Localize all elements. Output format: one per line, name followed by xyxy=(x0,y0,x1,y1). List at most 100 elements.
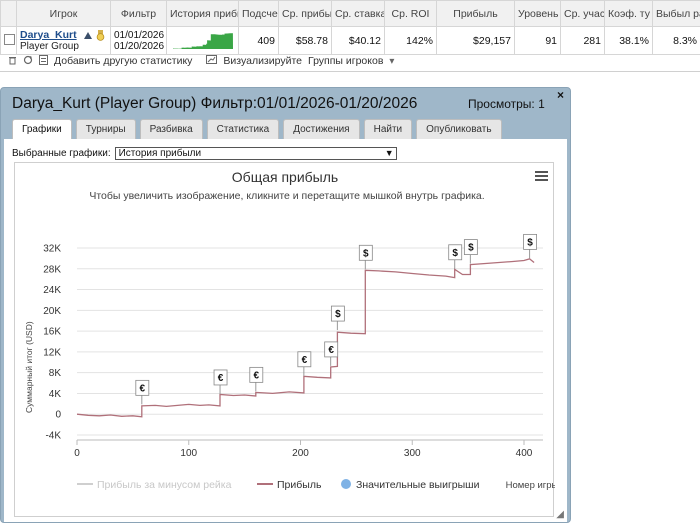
refresh-icon[interactable] xyxy=(23,55,33,68)
player-name-link[interactable]: Darya_Kurt xyxy=(20,29,107,41)
tab-find[interactable]: Найти xyxy=(363,119,413,139)
filter-date-from: 01/01/2026 xyxy=(114,29,165,41)
chart-select[interactable]: История прибыли ▼ xyxy=(114,147,397,160)
column-header[interactable]: Выбыл ра xyxy=(652,0,700,27)
stats-table-panel: Игрок Фильтр История прибы Подсче Ср. пр… xyxy=(0,0,700,72)
add-stat-icon xyxy=(39,54,48,68)
column-header[interactable]: Коэф. ту xyxy=(604,0,653,27)
y-tick-label: 16K xyxy=(43,327,61,338)
column-header[interactable]: Уровень xyxy=(514,0,561,27)
flag-glyph: $ xyxy=(468,243,474,254)
profit-chart[interactable]: -4K 0 4K 8K 12K 16K 20K 24K 28K 32K 0 100 200 300 400… xyxy=(15,163,559,518)
x-tick-label: 300 xyxy=(404,448,421,459)
chart-select-value: История прибыли xyxy=(118,148,202,159)
big-win-markers[interactable]: € € € € € $ $ $ $ $ xyxy=(135,233,537,405)
flag-glyph: € xyxy=(302,355,308,366)
dialog-tabs: Графики Турниры Разбивка Статистика Дост… xyxy=(12,119,502,140)
chart-title: Общая прибыль xyxy=(232,169,338,185)
views-counter: Просмотры: 1 xyxy=(468,97,545,111)
tab-statistics[interactable]: Статистика xyxy=(206,119,280,139)
y-tick-label: 32K xyxy=(43,244,61,255)
column-header[interactable]: Фильтр xyxy=(110,0,167,27)
flag-glyph: € xyxy=(140,383,146,394)
filter-date-to: 01/20/2026 xyxy=(114,40,165,52)
y-tick-label: 0 xyxy=(55,410,61,421)
y-tick-label: 24K xyxy=(43,285,61,296)
profit-history-cell[interactable] xyxy=(166,26,239,55)
row-checkbox-cell xyxy=(0,26,17,55)
legend-item-rake[interactable]: Прибыль за минусом рейка xyxy=(97,479,232,491)
chart-subtitle: Чтобы увеличить изображение, кликните и … xyxy=(89,190,484,202)
dialog-title: Darya_Kurt (Player Group) Фильтр:01/01/2… xyxy=(12,95,418,112)
column-header[interactable]: Ср. ставка xyxy=(331,0,385,27)
player-cell: Darya_Kurt Player Group xyxy=(16,26,111,55)
x-tick-label: 0 xyxy=(74,448,80,459)
chart-selector-label: Выбранные графики: xyxy=(12,148,111,159)
big-win-flag[interactable]: € xyxy=(324,341,339,366)
select-column-header xyxy=(0,0,17,27)
avg-participants-cell: 281 xyxy=(560,26,605,55)
avg-profit-cell: $58.78 xyxy=(278,26,332,55)
chevron-down-icon[interactable]: ▾ xyxy=(389,56,394,67)
flag-glyph: € xyxy=(254,370,260,381)
flag-glyph: € xyxy=(218,373,224,384)
row-checkbox[interactable] xyxy=(4,33,15,45)
player-group-label: Player Group xyxy=(20,40,79,52)
stats-toolbar: Добавить другую статистику Визуализируйт… xyxy=(0,52,700,70)
y-tick-label: 4K xyxy=(49,389,62,400)
profit-chart-container[interactable]: -4K 0 4K 8K 12K 16K 20K 24K 28K 32K 0 100 200 300 400… xyxy=(14,162,559,518)
big-win-flag[interactable]: € xyxy=(213,369,228,394)
trash-icon[interactable] xyxy=(8,55,17,68)
tab-tournaments[interactable]: Турниры xyxy=(75,119,136,139)
big-win-flag[interactable]: $ xyxy=(463,239,478,264)
add-stat-button[interactable]: Добавить другую статистику xyxy=(54,55,192,67)
legend-item-big-wins[interactable]: Значительные выигрыши xyxy=(356,479,480,491)
legend-bigwin-swatch xyxy=(341,479,351,489)
x-axis-title: Номер игры xyxy=(506,480,555,491)
tab-achievements[interactable]: Достижения xyxy=(283,119,360,139)
visualize-button[interactable]: Визуализируйте xyxy=(223,55,302,67)
filter-cell: 01/01/2026 01/20/2026 xyxy=(110,26,167,55)
column-header[interactable]: Ср. учас xyxy=(560,0,605,27)
big-win-flag[interactable]: $ xyxy=(448,244,463,269)
column-header[interactable]: Подсче xyxy=(238,0,279,27)
flag-glyph: $ xyxy=(527,237,533,248)
profit-cell: $29,157 xyxy=(436,26,515,55)
column-header[interactable]: Прибыль xyxy=(436,0,515,27)
table-row[interactable]: Darya_Kurt Player Group 01/01/2026 01/20… xyxy=(0,26,700,55)
resize-handle-icon[interactable]: ◢ xyxy=(556,509,564,520)
itm-ratio-cell: 38.1% xyxy=(604,26,653,55)
big-win-flag[interactable]: $ xyxy=(330,305,345,331)
x-tick-label: 100 xyxy=(180,448,197,459)
chevron-down-icon: ▼ xyxy=(384,148,394,158)
column-header[interactable]: История прибы xyxy=(166,0,239,27)
big-win-flag[interactable]: $ xyxy=(523,233,537,259)
column-header[interactable]: Ср. ROI xyxy=(384,0,437,27)
profit-history-sparkline[interactable] xyxy=(167,27,239,51)
column-header[interactable]: Игрок xyxy=(16,0,111,27)
avg-stake-cell: $40.12 xyxy=(331,26,385,55)
close-icon[interactable]: × xyxy=(557,88,564,102)
player-groups-menu[interactable]: Группы игроков xyxy=(308,55,383,67)
sparkline-area xyxy=(173,33,233,49)
y-tick-label: 28K xyxy=(43,264,61,275)
chart-selector-row: Выбранные графики: История прибыли ▼ xyxy=(12,147,397,160)
tab-breakdown[interactable]: Разбивка xyxy=(139,119,203,139)
big-win-flag[interactable]: € xyxy=(249,366,264,392)
big-win-flag[interactable]: $ xyxy=(358,244,373,270)
big-win-flag[interactable]: € xyxy=(135,379,150,405)
chart-icon xyxy=(206,55,218,67)
y-tick-label: 8K xyxy=(49,368,62,379)
tab-charts[interactable]: Графики xyxy=(12,119,72,140)
y-tick-label: 12K xyxy=(43,347,61,358)
grid-lines xyxy=(77,247,543,436)
x-tick-label: 400 xyxy=(516,448,533,459)
player-type-icon xyxy=(83,31,93,40)
column-header[interactable]: Ср. прибы xyxy=(278,0,332,27)
chart-menu-icon[interactable] xyxy=(535,171,548,181)
tab-publish[interactable]: Опубликовать xyxy=(416,119,502,139)
player-details-dialog: Darya_Kurt (Player Group) Фильтр:01/01/2… xyxy=(0,87,571,523)
legend-item-profit[interactable]: Прибыль xyxy=(277,479,322,491)
y-axis-ticks: -4K 0 4K 8K 12K 16K 20K 24K 28K 32K xyxy=(43,244,61,442)
x-axis-ticks: 0 100 200 300 400 xyxy=(74,439,543,459)
